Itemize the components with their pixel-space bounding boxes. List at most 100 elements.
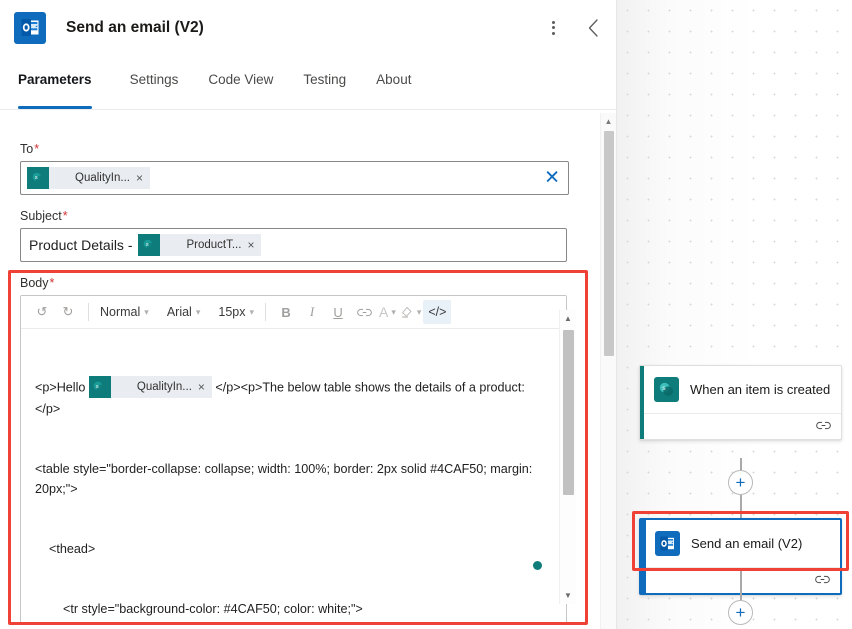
chevron-down-icon: ▾: [391, 306, 396, 317]
panel-scrollbar-thumb[interactable]: [604, 131, 614, 356]
chevron-left-icon: [588, 18, 598, 37]
ellipsis-icon: [551, 20, 555, 35]
editor-toolbar: ↺ ↻ Normal ▾ Arial ▾ 15px ▾ B I U A ▾ ▾ …: [21, 296, 566, 329]
toolbar-divider: [88, 303, 89, 321]
to-field-group: To* s QualityIn... × ✕: [20, 142, 577, 195]
font-size-select[interactable]: 15px ▾: [214, 305, 258, 319]
body-label: Body*: [20, 276, 577, 290]
flow-canvas[interactable]: s When an item is created + Send an emai…: [617, 0, 852, 629]
scroll-down-button[interactable]: ▼: [560, 587, 576, 604]
font-family-value: Arial: [166, 305, 192, 319]
subject-label: Subject*: [20, 209, 577, 223]
code-line-4: <tr style="background-color: #4CAF50; co…: [35, 602, 363, 616]
clear-to-field-button[interactable]: ✕: [544, 169, 560, 188]
highlight-icon: [400, 304, 414, 321]
chevron-down-icon: ▾: [144, 306, 149, 317]
font-family-select[interactable]: Arial ▾: [163, 305, 205, 319]
required-asterisk: *: [62, 209, 68, 223]
to-input[interactable]: s QualityIn... × ✕: [20, 161, 569, 195]
link-chain-icon[interactable]: [816, 418, 831, 436]
collapse-panel-button[interactable]: [580, 15, 606, 41]
to-label: To*: [20, 142, 577, 156]
subject-label-text: Subject: [20, 209, 62, 223]
subject-field-group: Subject* Product Details - s ProductT...: [20, 209, 577, 262]
node-header: s When an item is created: [640, 366, 841, 413]
outlook-icon: [14, 11, 46, 44]
underline-button[interactable]: U: [325, 300, 351, 324]
tab-about[interactable]: About: [366, 72, 421, 109]
subject-static-text: Product Details -: [29, 237, 133, 253]
panel-scroll-up-button[interactable]: ▲: [601, 113, 616, 129]
add-step-button-2[interactable]: +: [728, 600, 753, 625]
chevron-down-icon: ▾: [195, 306, 201, 317]
action-details-panel: Send an email (V2) Parameters Settings C…: [0, 0, 617, 629]
node-title: Send an email (V2): [691, 536, 803, 551]
undo-icon[interactable]: ↺: [29, 300, 55, 324]
sharepoint-icon: s: [138, 234, 161, 256]
tab-code-view[interactable]: Code View: [198, 72, 283, 109]
code-line-3: <thead>: [35, 542, 96, 556]
link-chain-icon[interactable]: [815, 572, 830, 590]
node-accent-bar: [641, 520, 646, 593]
italic-button[interactable]: I: [299, 300, 325, 324]
tab-bar: Parameters Settings Code View Testing Ab…: [0, 72, 616, 110]
body-scrollbar[interactable]: ▲ ▼: [559, 310, 576, 604]
header-actions: [540, 0, 606, 55]
code-line-2: <table style="border-collapse: collapse;…: [35, 462, 536, 496]
flow-node-trigger[interactable]: s When an item is created: [639, 365, 842, 440]
panel-scrollbar[interactable]: ▲: [600, 113, 616, 629]
dynamic-token-qualityin[interactable]: s QualityIn... ×: [27, 167, 150, 189]
chevron-down-icon: ▾: [249, 306, 255, 317]
node-title: When an item is created: [690, 382, 831, 397]
code-line-1: <p>Hello s QualityIn... × </p><p>The below…: [35, 376, 544, 419]
highlight-button[interactable]: ▾: [398, 304, 424, 321]
node-footer: [640, 413, 841, 439]
code-view-button[interactable]: </>: [423, 300, 452, 324]
tab-testing[interactable]: Testing: [293, 72, 356, 109]
token-remove-button[interactable]: ×: [247, 239, 261, 251]
add-step-button-1[interactable]: +: [728, 470, 753, 495]
token-label: ProductT...: [186, 239, 242, 251]
dynamic-content-indicator-dot: [533, 561, 542, 570]
body-label-text: Body: [20, 276, 49, 290]
link-icon[interactable]: [351, 300, 377, 324]
svg-text:s: s: [146, 241, 149, 247]
body-field-group: Body* ↺ ↻ Normal ▾ Arial ▾ 15px ▾ B I U …: [8, 270, 588, 625]
paragraph-style-value: Normal: [100, 305, 141, 319]
tab-parameters[interactable]: Parameters: [18, 72, 102, 109]
node-header: Send an email (V2): [641, 520, 840, 567]
body-code-content[interactable]: <p>Hello s QualityIn... × </p><p>The below…: [21, 329, 566, 624]
svg-text:s: s: [662, 385, 666, 392]
token-remove-button[interactable]: ×: [198, 381, 212, 393]
required-asterisk: *: [49, 276, 55, 290]
font-size-value: 15px: [218, 305, 246, 319]
bold-button[interactable]: B: [273, 300, 299, 324]
token-label: QualityIn...: [75, 172, 130, 184]
node-accent-bar: [640, 366, 644, 439]
sharepoint-icon: s: [27, 167, 49, 189]
subject-input[interactable]: Product Details - s ProductT... ×: [20, 228, 567, 262]
scrollbar-thumb[interactable]: [563, 330, 574, 495]
scroll-up-button[interactable]: ▲: [560, 310, 576, 327]
paragraph-style-select[interactable]: Normal ▾: [96, 305, 153, 319]
sharepoint-icon: s: [654, 377, 679, 402]
token-remove-button[interactable]: ×: [136, 172, 150, 184]
dynamic-token-productt[interactable]: s ProductT... ×: [138, 234, 262, 256]
svg-text:s: s: [96, 383, 99, 389]
redo-icon[interactable]: ↻: [55, 300, 81, 324]
sharepoint-icon: s: [88, 376, 111, 398]
rich-text-editor: ↺ ↻ Normal ▾ Arial ▾ 15px ▾ B I U A ▾ ▾ …: [20, 295, 576, 625]
flow-connector-3: [740, 570, 742, 603]
svg-text:s: s: [34, 174, 37, 180]
required-asterisk: *: [34, 142, 40, 156]
toolbar-divider: [265, 303, 267, 321]
chevron-down-icon: ▾: [416, 306, 422, 317]
panel-header: Send an email (V2): [0, 0, 616, 55]
page-title: Send an email (V2): [66, 18, 204, 36]
code-text-before-token: <p>Hello: [35, 380, 89, 395]
more-options-button[interactable]: [540, 15, 566, 41]
dynamic-token-qualityin-inline[interactable]: s QualityIn... ×: [88, 376, 212, 398]
font-color-button[interactable]: A ▾: [377, 304, 398, 320]
flow-connector-2: [740, 495, 742, 519]
tab-settings[interactable]: Settings: [120, 72, 189, 109]
